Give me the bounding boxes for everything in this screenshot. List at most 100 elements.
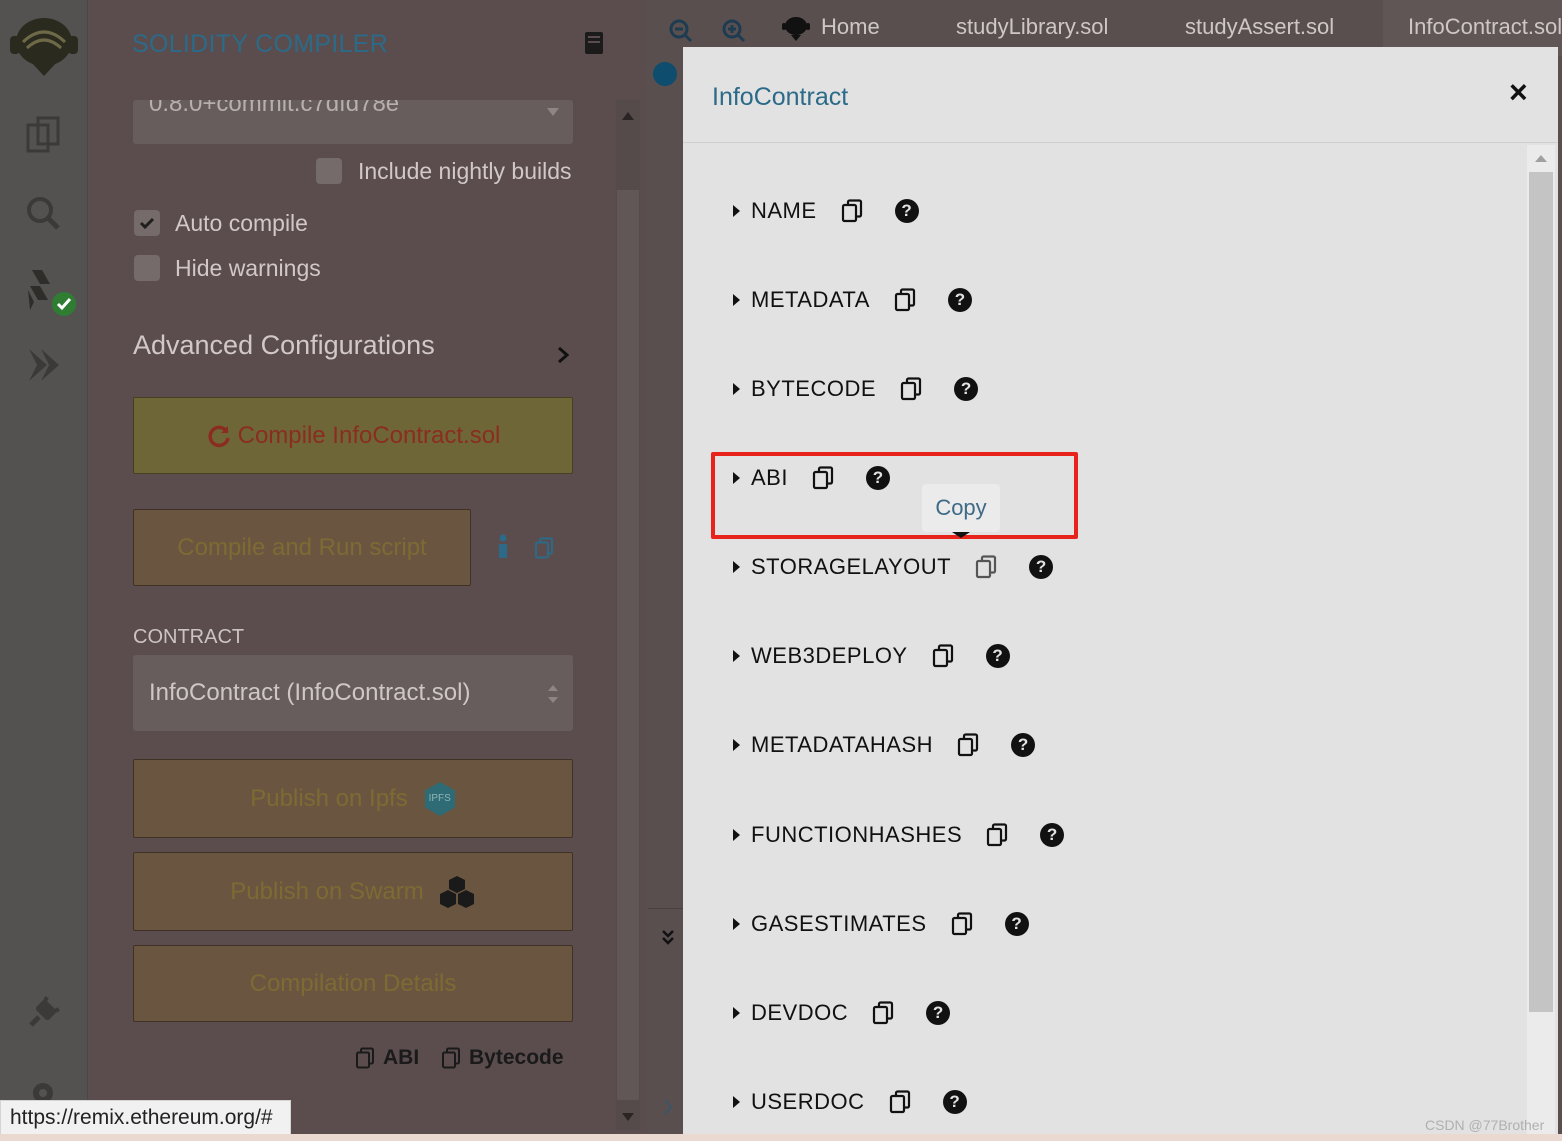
auto-compile-checkbox[interactable] [134, 210, 160, 236]
copy-icon [441, 1047, 461, 1069]
caret-right-icon [733, 383, 740, 395]
caret-right-icon [733, 294, 740, 306]
question-circle-icon[interactable]: ? [985, 644, 1010, 668]
detail-row-label: BYTECODE [751, 376, 877, 401]
detail-row-name[interactable]: NAME ? [733, 196, 919, 226]
chevron-right-icon [557, 340, 570, 371]
deploy-run-icon[interactable] [20, 342, 66, 388]
ipfs-badge-text: IPFS [428, 793, 451, 804]
bottom-strip [0, 1134, 1562, 1141]
question-circle-icon[interactable]: ? [1029, 555, 1054, 579]
detail-row-devdoc[interactable]: DEVDOC ? [733, 998, 951, 1028]
caret-right-icon [733, 650, 740, 662]
status-url-bar: https://remix.ethereum.org/# [0, 1100, 291, 1136]
detail-row-label: METADATAHASH [751, 732, 934, 757]
detail-row-label: USERDOC [751, 1089, 865, 1114]
include-nightly-checkbox[interactable] [316, 158, 342, 184]
compilation-details-label: Compilation Details [249, 969, 457, 997]
copy-icon[interactable] [932, 644, 954, 668]
contract-details-modal: InfoContract × NAME ? METADATA ? BYTECOD… [683, 47, 1558, 1141]
remix-logo-icon[interactable] [6, 12, 82, 78]
solidity-compiler-icon[interactable] [20, 266, 80, 322]
copy-tooltip: Copy [922, 484, 1000, 532]
question-circle-icon[interactable]: ? [926, 1001, 951, 1025]
advanced-config-toggle[interactable]: Advanced Configurations [133, 330, 573, 366]
hide-warnings-checkbox[interactable] [134, 255, 160, 281]
contract-select-value: InfoContract (InfoContract.sol) [149, 679, 471, 706]
compile-run-script-button[interactable]: Compile and Run script [133, 509, 471, 586]
detail-row-storagelayout[interactable]: STORAGELAYOUT ? [733, 552, 1054, 582]
detail-row-gasestimates[interactable]: GASESTIMATES ? [733, 909, 1029, 939]
copy-icon[interactable] [894, 288, 916, 312]
file-explorer-icon[interactable] [20, 112, 66, 158]
question-circle-icon[interactable]: ? [1004, 912, 1029, 936]
detail-row-functionhashes[interactable]: FUNCTIONHASHES ? [733, 820, 1065, 850]
detail-row-web3deploy[interactable]: WEB3DEPLOY ? [733, 641, 1010, 671]
detail-row-label: FUNCTIONHASHES [751, 822, 963, 847]
info-icon[interactable] [497, 534, 509, 565]
copy-abi-link[interactable]: ABI [355, 1046, 419, 1070]
modal-title: InfoContract [712, 83, 849, 111]
detail-row-label: STORAGELAYOUT [751, 554, 952, 579]
scroll-up-arrow[interactable] [622, 112, 634, 120]
auto-compile-label: Auto compile [175, 210, 308, 236]
detail-row-userdoc[interactable]: USERDOC ? [733, 1087, 967, 1117]
detail-row-label: WEB3DEPLOY [751, 643, 908, 668]
compile-button[interactable]: Compile InfoContract.sol [133, 397, 573, 474]
tab-home[interactable]: Home [821, 14, 880, 40]
compilation-details-button[interactable]: Compilation Details [133, 945, 573, 1022]
copy-icon[interactable] [957, 733, 979, 757]
panel-title: SOLIDITY COMPILER [132, 30, 389, 58]
copy-icon[interactable] [951, 912, 973, 936]
tab-study-library[interactable]: studyLibrary.sol [956, 14, 1108, 40]
copy-icon[interactable] [534, 537, 554, 564]
scroll-up-arrow[interactable] [1535, 155, 1547, 162]
home-tab-remix-icon [781, 15, 811, 46]
copy-bytecode-link[interactable]: Bytecode [441, 1046, 564, 1070]
plugin-manager-icon[interactable] [20, 990, 66, 1036]
tooltip-arrow [952, 532, 970, 538]
terminal-collapse-icon[interactable] [661, 929, 675, 952]
detail-row-metadatahash[interactable]: METADATAHASH ? [733, 730, 1036, 760]
detail-row-metadata[interactable]: METADATA ? [733, 285, 972, 315]
publish-ipfs-button[interactable]: Publish on Ipfs IPFS [133, 759, 573, 838]
watermark: CSDN @77Brother [1425, 1117, 1545, 1133]
question-circle-icon[interactable]: ? [942, 1090, 967, 1114]
modal-close-button[interactable]: × [1509, 74, 1528, 111]
copy-icon[interactable] [986, 823, 1008, 847]
modal-scroll-thumb[interactable] [1529, 172, 1553, 1012]
copy-icon [355, 1047, 375, 1069]
caret-right-icon [733, 739, 740, 751]
copy-icon[interactable] [975, 555, 997, 579]
tab-info-contract[interactable]: InfoContract.sol [1408, 14, 1562, 40]
scroll-down-arrow[interactable] [622, 1113, 634, 1121]
compiler-version-select[interactable]: 0.8.0+commit.c7dfd78e [133, 100, 573, 144]
icon-rail [0, 0, 88, 1141]
question-circle-icon[interactable]: ? [1040, 823, 1065, 847]
question-circle-icon[interactable]: ? [947, 288, 972, 312]
publish-swarm-button[interactable]: Publish on Swarm [133, 852, 573, 931]
copy-icon[interactable] [889, 1090, 911, 1114]
copy-icon[interactable] [872, 1001, 894, 1025]
copy-icon[interactable] [841, 199, 863, 223]
swarm-icon [438, 874, 476, 910]
scroll-thumb[interactable] [617, 190, 639, 1100]
publish-swarm-label: Publish on Swarm [230, 877, 424, 905]
question-circle-icon[interactable]: ? [954, 377, 979, 401]
zoom-in-icon[interactable] [722, 19, 746, 48]
search-icon[interactable] [20, 190, 66, 236]
refresh-icon [206, 423, 232, 449]
modal-header: InfoContract × [683, 47, 1558, 143]
question-circle-icon[interactable]: ? [1011, 733, 1036, 757]
tab-study-assert[interactable]: studyAssert.sol [1185, 14, 1334, 40]
copy-icon[interactable] [900, 377, 922, 401]
question-circle-icon[interactable]: ? [894, 199, 919, 223]
documentation-book-icon[interactable] [584, 31, 604, 60]
solidity-compiler-panel: SOLIDITY COMPILER 0.8.0+commit.c7dfd78e … [89, 0, 647, 1141]
terminal-divider [648, 908, 683, 909]
zoom-out-icon[interactable] [669, 19, 693, 48]
contract-select[interactable]: InfoContract (InfoContract.sol) [133, 655, 573, 731]
ipfs-icon: IPFS [424, 781, 456, 817]
detail-row-bytecode[interactable]: BYTECODE ? [733, 374, 979, 404]
panel-scrollbar[interactable] [616, 100, 640, 1130]
